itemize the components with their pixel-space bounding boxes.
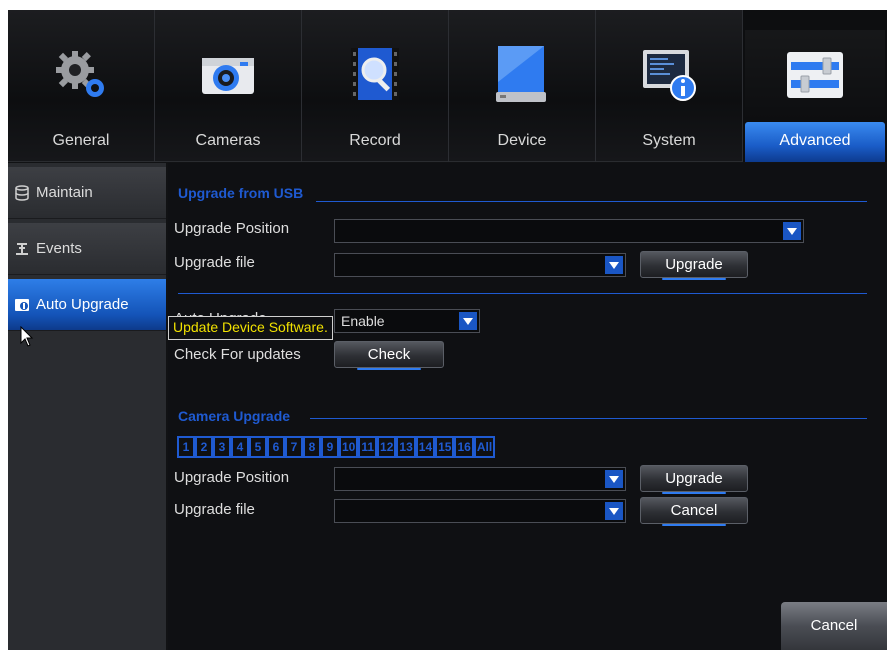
section-divider <box>178 293 867 294</box>
tab-label: General <box>52 132 110 149</box>
channel-7[interactable]: 7 <box>285 436 303 458</box>
tab-label: System <box>642 132 696 149</box>
channel-6[interactable]: 6 <box>267 436 285 458</box>
tooltip: Update Device Software. <box>168 316 333 340</box>
camera-upgrade-button[interactable]: Upgrade <box>640 465 748 494</box>
mouse-cursor-icon <box>20 326 34 347</box>
check-updates-label: Check For updates <box>174 346 301 363</box>
tab-record[interactable]: Record <box>302 10 449 162</box>
sidebar-item-label: Events <box>36 240 82 257</box>
check-button[interactable]: Check <box>334 341 444 370</box>
tab-general[interactable]: General <box>8 10 155 162</box>
section-divider <box>310 418 867 419</box>
tab-label: Record <box>349 132 401 149</box>
channel-9[interactable]: 9 <box>321 436 339 458</box>
tab-device[interactable]: Device <box>449 10 596 162</box>
usb-position-label: Upgrade Position <box>174 220 290 237</box>
tab-label: Advanced <box>779 132 851 149</box>
channel-12[interactable]: 12 <box>377 436 397 458</box>
sidebar: Maintain Events Auto Upgrade <box>8 163 166 650</box>
camera-position-select[interactable] <box>334 467 626 491</box>
camera-icon <box>202 58 254 94</box>
events-icon <box>16 243 28 255</box>
dvr-settings-window: General Cameras Record Device System Adv… <box>8 10 887 650</box>
channel-selector: 1 2 3 4 5 6 7 8 9 10 11 12 13 14 15 16 All <box>177 436 496 458</box>
channel-16[interactable]: 16 <box>454 436 474 458</box>
chevron-down-icon[interactable] <box>783 222 801 240</box>
chevron-down-icon[interactable] <box>605 502 623 520</box>
channel-2[interactable]: 2 <box>195 436 213 458</box>
section-title-usb: Upgrade from USB <box>178 185 304 201</box>
usb-upgrade-button[interactable]: Upgrade <box>640 251 748 280</box>
tab-cameras[interactable]: Cameras <box>155 10 302 162</box>
channel-4[interactable]: 4 <box>231 436 249 458</box>
sidebar-item-maintain[interactable]: Maintain <box>8 167 166 219</box>
auto-upgrade-select[interactable]: Enable <box>334 309 480 333</box>
tab-advanced[interactable]: Advanced <box>743 10 887 162</box>
channel-14[interactable]: 14 <box>415 436 436 458</box>
sidebar-item-label: Maintain <box>36 184 93 201</box>
channel-11[interactable]: 11 <box>358 436 378 458</box>
channel-15[interactable]: 15 <box>435 436 455 458</box>
auto-upgrade-panel: Upgrade from USB Upgrade Position Upgrad… <box>168 163 887 650</box>
sidebar-item-auto-upgrade[interactable]: Auto Upgrade <box>8 279 166 331</box>
channel-8[interactable]: 8 <box>303 436 321 458</box>
channel-3[interactable]: 3 <box>213 436 231 458</box>
sliders-icon <box>787 52 843 98</box>
channel-all[interactable]: All <box>473 436 496 458</box>
usb-file-label: Upgrade file <box>174 254 255 271</box>
upgrade-icon <box>15 299 29 311</box>
channel-13[interactable]: 13 <box>396 436 416 458</box>
usb-position-select[interactable] <box>334 219 804 243</box>
camera-file-label: Upgrade file <box>174 501 255 518</box>
database-icon <box>15 185 29 201</box>
camera-cancel-button[interactable]: Cancel <box>640 497 748 526</box>
sidebar-item-label: Auto Upgrade <box>36 296 129 313</box>
chevron-down-icon[interactable] <box>459 312 477 330</box>
record-magnifier-icon <box>351 48 399 100</box>
footer-cancel-button[interactable]: Cancel <box>781 602 887 650</box>
system-info-icon <box>643 50 696 101</box>
gears-icon <box>56 51 104 97</box>
usb-file-select[interactable] <box>334 253 626 277</box>
camera-position-label: Upgrade Position <box>174 469 290 486</box>
channel-5[interactable]: 5 <box>249 436 267 458</box>
hard-drive-icon <box>496 46 546 102</box>
chevron-down-icon[interactable] <box>605 470 623 488</box>
section-title-camera: Camera Upgrade <box>178 408 291 424</box>
channel-1[interactable]: 1 <box>177 436 195 458</box>
tab-label: Device <box>497 132 547 149</box>
camera-file-select[interactable] <box>334 499 626 523</box>
section-divider <box>316 201 867 202</box>
top-navigation: General Cameras Record Device System Adv… <box>8 10 887 162</box>
sidebar-item-events[interactable]: Events <box>8 223 166 275</box>
chevron-down-icon[interactable] <box>605 256 623 274</box>
channel-10[interactable]: 10 <box>339 436 359 458</box>
tab-system[interactable]: System <box>596 10 743 162</box>
tab-label: Cameras <box>195 132 261 149</box>
